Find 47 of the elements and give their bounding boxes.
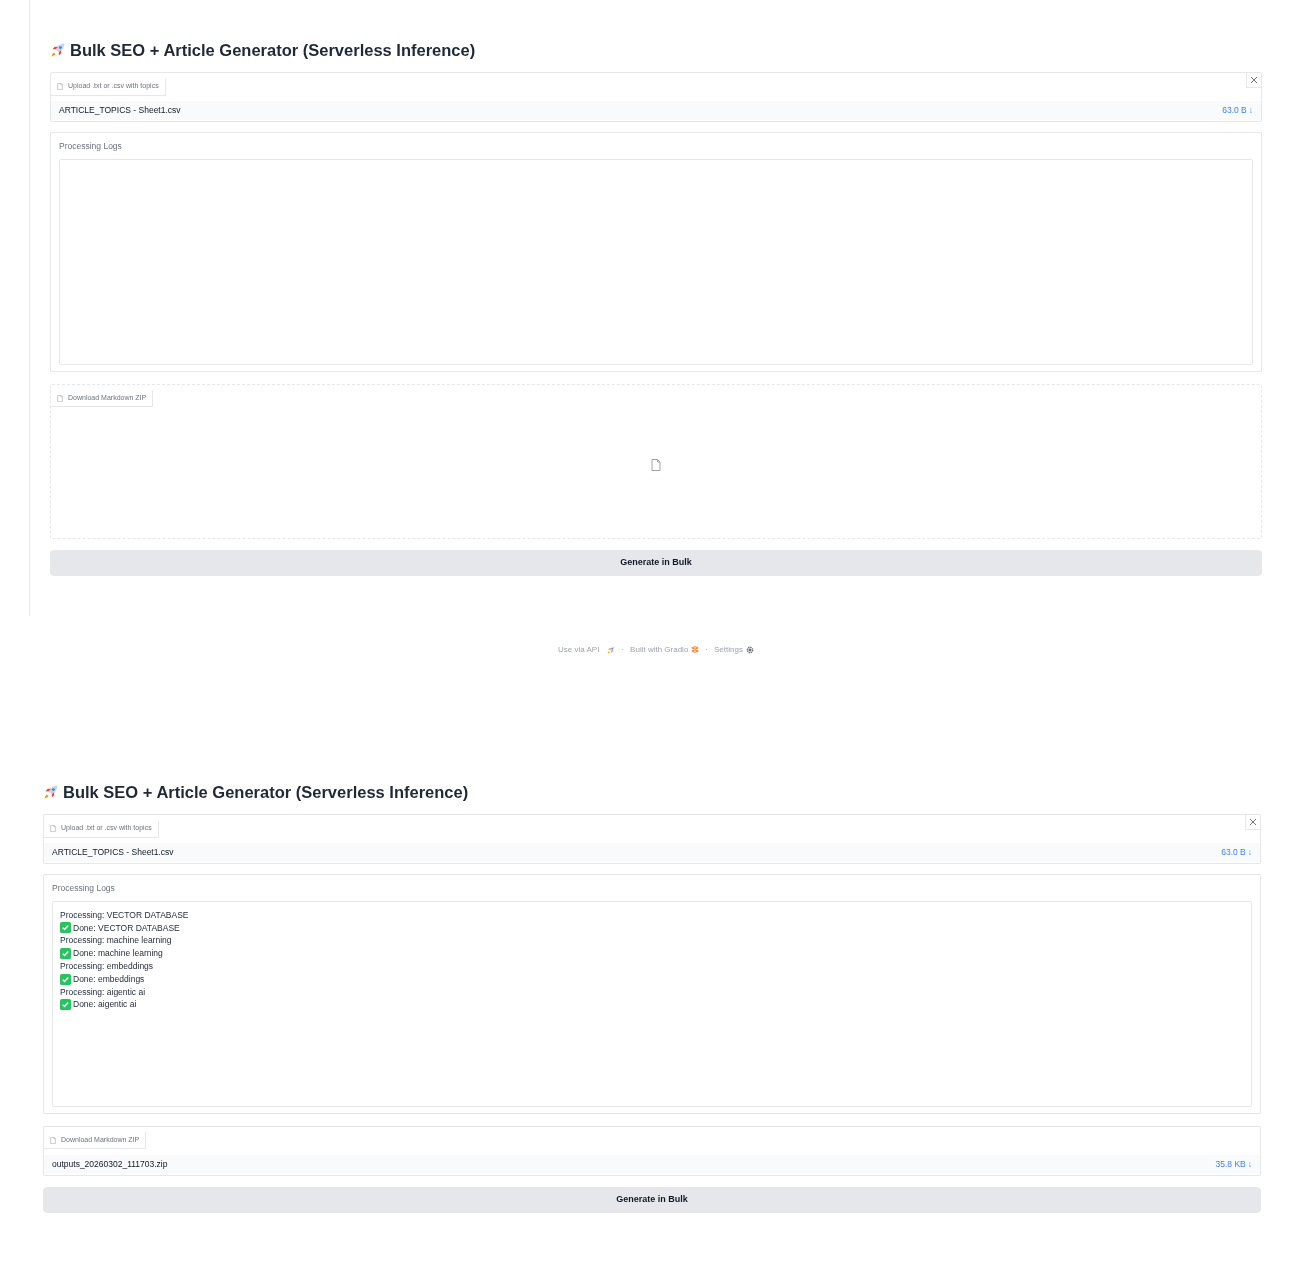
file-name: ARTICLE_TOPICS - Sheet1.csv [59,104,181,117]
check-icon [60,999,71,1011]
logs-textarea[interactable]: Processing: VECTOR DATABASE Done: VECTOR DATABASE Processing: machine learning Done: machine learning Processing: embeddings Done: embeddings Processing: aigentic ai Done: aigentic ai [52,900,1252,1107]
page-title: Bulk SEO + Article Generator (Serverless Inference) [63,781,469,803]
log-line: Processing: embeddings [60,959,154,973]
log-line: Done: VECTOR DATABASE [73,921,180,935]
close-button[interactable] [1246,73,1261,88]
file-size[interactable]: 63.0 B [1222,104,1247,117]
file-icon [50,1136,56,1144]
check-icon [60,948,71,960]
check-icon [60,922,71,934]
check-icon [60,973,71,985]
log-line: Done: aigentic ai [73,998,137,1012]
page-title: Bulk SEO + Article Generator (Serverless Inference) [70,39,476,61]
download-glyph[interactable]: ↓ [1247,846,1252,859]
rocket-icon [43,784,59,800]
log-line: Processing: VECTOR DATABASE [60,908,189,922]
generate-button[interactable]: Generate in Bulk [50,549,1262,576]
rocket-icon [607,645,616,654]
settings-icon [745,645,754,654]
file-size[interactable]: 63.0 B [1221,846,1246,859]
file-name: outputs_20260302_111703.zip [52,1157,168,1171]
download-glyph[interactable]: ↓ [1248,104,1253,117]
gradio-logo-icon [691,646,700,654]
file-size[interactable]: 35.8 KB [1215,1157,1246,1171]
close-icon [1249,818,1257,826]
log-line: Done: embeddings [73,972,145,986]
log-line: Processing: machine learning [60,934,172,948]
close-button[interactable] [1245,815,1260,830]
log-line: Processing: aigentic ai [60,985,146,999]
file-icon [57,83,63,90]
logs-label: Processing Logs [59,140,123,153]
file-icon [57,394,63,402]
separator-dot: · [705,643,708,656]
rocket-icon [50,42,66,58]
file-icon [651,459,661,472]
separator-dot: · [621,643,625,656]
footer-link[interactable]: Settings [714,643,754,656]
logs-label: Processing Logs [52,882,116,895]
log-line: Done: machine learning [73,947,163,960]
file-name: ARTICLE_TOPICS - Sheet1.csv [52,846,174,859]
file-icon [50,825,56,832]
footer-link[interactable]: Use via API [558,643,616,656]
close-icon [1250,76,1258,84]
generate-button[interactable]: Generate in Bulk [43,1186,1261,1213]
download-glyph[interactable]: ↓ [1247,1157,1252,1171]
footer-link[interactable]: Built with Gradio [630,643,700,656]
